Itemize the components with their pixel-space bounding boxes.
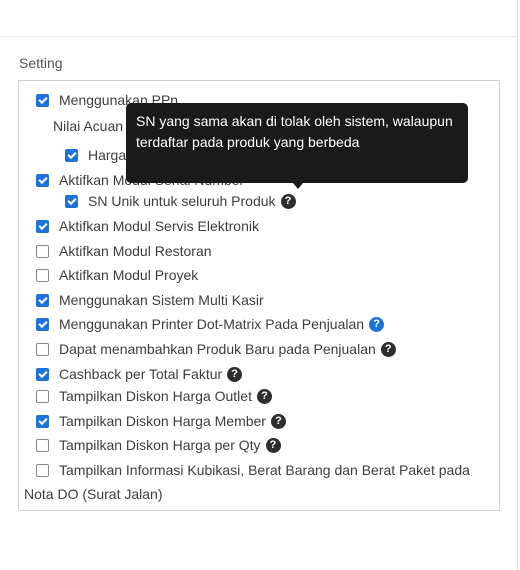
checkbox-serial-number-module[interactable] [36,173,49,187]
setting-cubication-info[interactable]: Tampilkan Informasi Kubikasi, Berat Bara… [36,462,470,478]
checkbox-member-discount[interactable] [36,414,49,428]
checkbox-dot-matrix-printer[interactable] [36,317,49,331]
setting-label: SN Unik untuk seluruh Produk [88,193,276,209]
scroll-edge [517,0,518,570]
checkbox-price-includes-ppn[interactable] [65,148,78,162]
checkbox-electronic-service-module[interactable] [36,219,49,233]
setting-outlet-discount[interactable]: Tampilkan Diskon Harga Outlet ? [36,388,272,404]
setting-label: Tampilkan Diskon Harga Member [59,413,266,429]
checkbox-qty-discount[interactable] [36,438,49,452]
setting-label: Tampilkan Diskon Harga per Qty [59,437,261,453]
question-circle-icon[interactable]: ? [265,437,281,453]
question-circle-icon[interactable]: ? [369,316,385,332]
checkbox-add-new-product[interactable] [36,342,49,356]
question-circle-icon[interactable]: ? [227,366,243,382]
setting-unique-sn[interactable]: SN Unik untuk seluruh Produk ? [65,193,296,209]
setting-label: Cashback per Total Faktur [59,366,223,382]
checkbox-cubication-info[interactable] [36,463,49,477]
setting-multi-cashier[interactable]: Menggunakan Sistem Multi Kasir [36,292,264,308]
setting-label: Dapat menambahkan Produk Baru pada Penju… [59,341,376,357]
checkbox-use-ppn[interactable] [36,93,49,107]
section-title: Setting [19,55,63,71]
setting-cashback[interactable]: Cashback per Total Faktur ? [36,366,243,382]
checkbox-multi-cashier[interactable] [36,293,49,307]
setting-add-new-product[interactable]: Dapat menambahkan Produk Baru pada Penju… [36,341,396,357]
setting-label-continued: Nota DO (Surat Jalan) [24,486,163,502]
question-circle-icon[interactable]: ? [256,388,272,404]
tooltip-arrow [293,183,303,189]
setting-dot-matrix-printer[interactable]: Menggunakan Printer Dot-Matrix Pada Penj… [36,316,385,332]
setting-electronic-service-module[interactable]: Aktifkan Modul Servis Elektronik [36,218,259,234]
tooltip: SN yang sama akan di tolak oleh sistem, … [126,103,468,183]
setting-qty-discount[interactable]: Tampilkan Diskon Harga per Qty ? [36,437,281,453]
checkbox-cashback[interactable] [36,367,49,381]
setting-member-discount[interactable]: Tampilkan Diskon Harga Member ? [36,413,286,429]
header-divider [0,36,517,37]
setting-restaurant-module[interactable]: Aktifkan Modul Restoran [36,243,212,259]
setting-label: Aktifkan Modul Proyek [59,267,199,283]
nilai-acuan-label: Nilai Acuan [53,118,124,134]
setting-label: Menggunakan Sistem Multi Kasir [59,292,264,308]
setting-label: Aktifkan Modul Servis Elektronik [59,218,259,234]
question-circle-icon[interactable]: ? [270,413,286,429]
question-circle-icon[interactable]: ? [380,341,396,357]
setting-label: Tampilkan Informasi Kubikasi, Berat Bara… [59,462,470,478]
question-circle-icon[interactable]: ? [280,193,296,209]
checkbox-outlet-discount[interactable] [36,389,49,403]
setting-project-module[interactable]: Aktifkan Modul Proyek [36,267,198,283]
checkbox-project-module[interactable] [36,268,49,282]
checkbox-restaurant-module[interactable] [36,244,49,258]
setting-label: Tampilkan Diskon Harga Outlet [59,388,252,404]
setting-label: Aktifkan Modul Restoran [59,243,212,259]
checkbox-unique-sn[interactable] [65,194,78,208]
setting-label: Menggunakan Printer Dot-Matrix Pada Penj… [59,316,365,332]
